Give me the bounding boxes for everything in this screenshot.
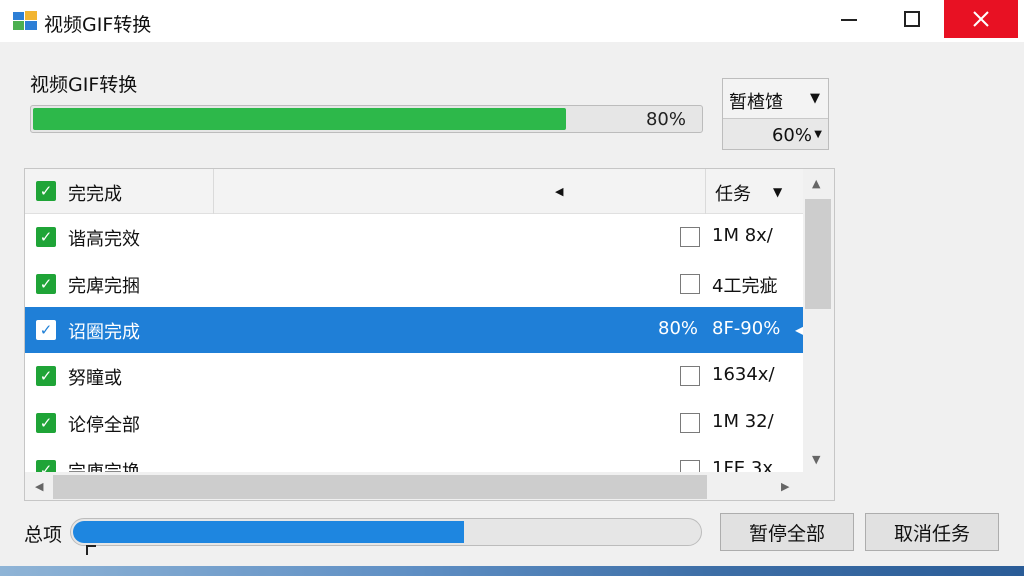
speed-dropdown-label: 暂楂馇	[729, 92, 783, 113]
scrollbar-thumb[interactable]	[805, 199, 831, 309]
maximize-button[interactable]	[889, 0, 935, 38]
pause-all-button[interactable]: 暂停全部	[720, 513, 854, 551]
scroll-right-icon[interactable]: ▶	[781, 480, 789, 493]
row-checkbox[interactable]: ✓	[36, 227, 56, 247]
maximize-icon	[904, 11, 920, 27]
list-item[interactable]: ✓ 努瞳或 1634x/	[25, 353, 803, 399]
minimize-button[interactable]	[826, 0, 872, 38]
list-item[interactable]: ✓ 论停全部 1M 32/	[25, 400, 803, 446]
desktop-background-strip	[0, 566, 1024, 576]
row-checkbox[interactable]: ✓	[36, 413, 56, 433]
row-checkbox[interactable]: ✓	[36, 366, 56, 386]
speed-dropdown[interactable]: 暂楂馇 ▼	[723, 79, 828, 119]
list-header: ✓ 完完成 ◀ 任务 ▼	[25, 169, 803, 214]
row-checkbox[interactable]: ✓	[36, 274, 56, 294]
list-item[interactable]: ✓ 完庳完捆 4工完疵	[25, 261, 803, 307]
item-name: 努瞳或	[68, 368, 122, 389]
task-list[interactable]: ✓ 完完成 ◀ 任务 ▼ ✓ 谐高完效 1M 8x/ ✓ 完庳完捆 4工完疵 ✓…	[24, 168, 835, 501]
list-item-selected[interactable]: ✓ 诏圈完成 80% 8F-90% ◀	[25, 307, 804, 353]
column-divider[interactable]	[213, 169, 214, 214]
item-name: 完庳完捆	[68, 276, 140, 297]
close-button[interactable]	[944, 0, 1018, 38]
vertical-scrollbar[interactable]: ▲ ▼	[803, 169, 834, 472]
item-name: 诏圈完成	[68, 322, 140, 343]
title-bar: 视频GIF转换	[0, 0, 1024, 42]
item-info: 4工完疵	[712, 276, 778, 297]
column-divider[interactable]	[705, 169, 706, 214]
window-title: 视频GIF转换	[44, 14, 152, 36]
item-info: 1M 8x/	[712, 225, 773, 246]
progress-fill	[73, 521, 464, 543]
item-option-checkbox[interactable]	[680, 413, 700, 433]
scroll-down-icon[interactable]: ▼	[812, 453, 820, 466]
scroll-left-icon[interactable]: ◀	[35, 480, 43, 493]
scrollbar-corner	[803, 472, 834, 500]
item-info: 1634x/	[712, 364, 775, 385]
item-option-checkbox[interactable]	[680, 227, 700, 247]
row-checkbox[interactable]: ✓	[36, 320, 56, 340]
dropdown-arrow-icon: ▼	[814, 129, 822, 140]
item-name: 论停全部	[68, 415, 140, 436]
item-name: 谐高完效	[68, 229, 140, 250]
cancel-task-button[interactable]: 取消任务	[865, 513, 999, 551]
scroll-up-icon[interactable]: ▲	[812, 177, 820, 190]
horizontal-scrollbar[interactable]: ◀ ▶	[25, 472, 803, 500]
scrollbar-thumb[interactable]	[53, 475, 707, 499]
dropdown-arrow-icon: ▼	[773, 185, 783, 199]
section-label: 视频GIF转换	[30, 74, 138, 96]
speed-value: 60%	[771, 125, 812, 146]
cursor-icon	[86, 545, 96, 555]
conversion-progress-bar: 80%	[30, 105, 703, 133]
list-item[interactable]: ✓ 谐高完效 1M 8x/	[25, 214, 803, 260]
app-icon	[13, 11, 37, 30]
item-info: 1M 32/	[712, 411, 774, 432]
speed-selector[interactable]: 暂楂馇 ▼ 60% ▼	[722, 78, 829, 150]
progress-fill	[33, 108, 566, 130]
select-all-checkbox[interactable]: ✓	[36, 181, 56, 201]
progress-percent: 80%	[645, 109, 686, 130]
dropdown-arrow-icon: ▼	[810, 91, 820, 106]
total-label: 总项	[24, 524, 63, 546]
close-icon	[973, 11, 989, 27]
column-header-task[interactable]: 任务	[715, 180, 751, 206]
sort-arrow-icon: ◀	[555, 185, 564, 198]
item-option-checkbox[interactable]	[680, 366, 700, 386]
minimize-icon	[841, 19, 857, 21]
item-option-checkbox[interactable]	[680, 274, 700, 294]
column-header-name[interactable]: 完完成	[68, 180, 122, 206]
total-progress-bar	[70, 518, 702, 546]
item-progress-percent: 80%	[658, 318, 699, 339]
item-info: 8F-90%	[712, 318, 781, 339]
